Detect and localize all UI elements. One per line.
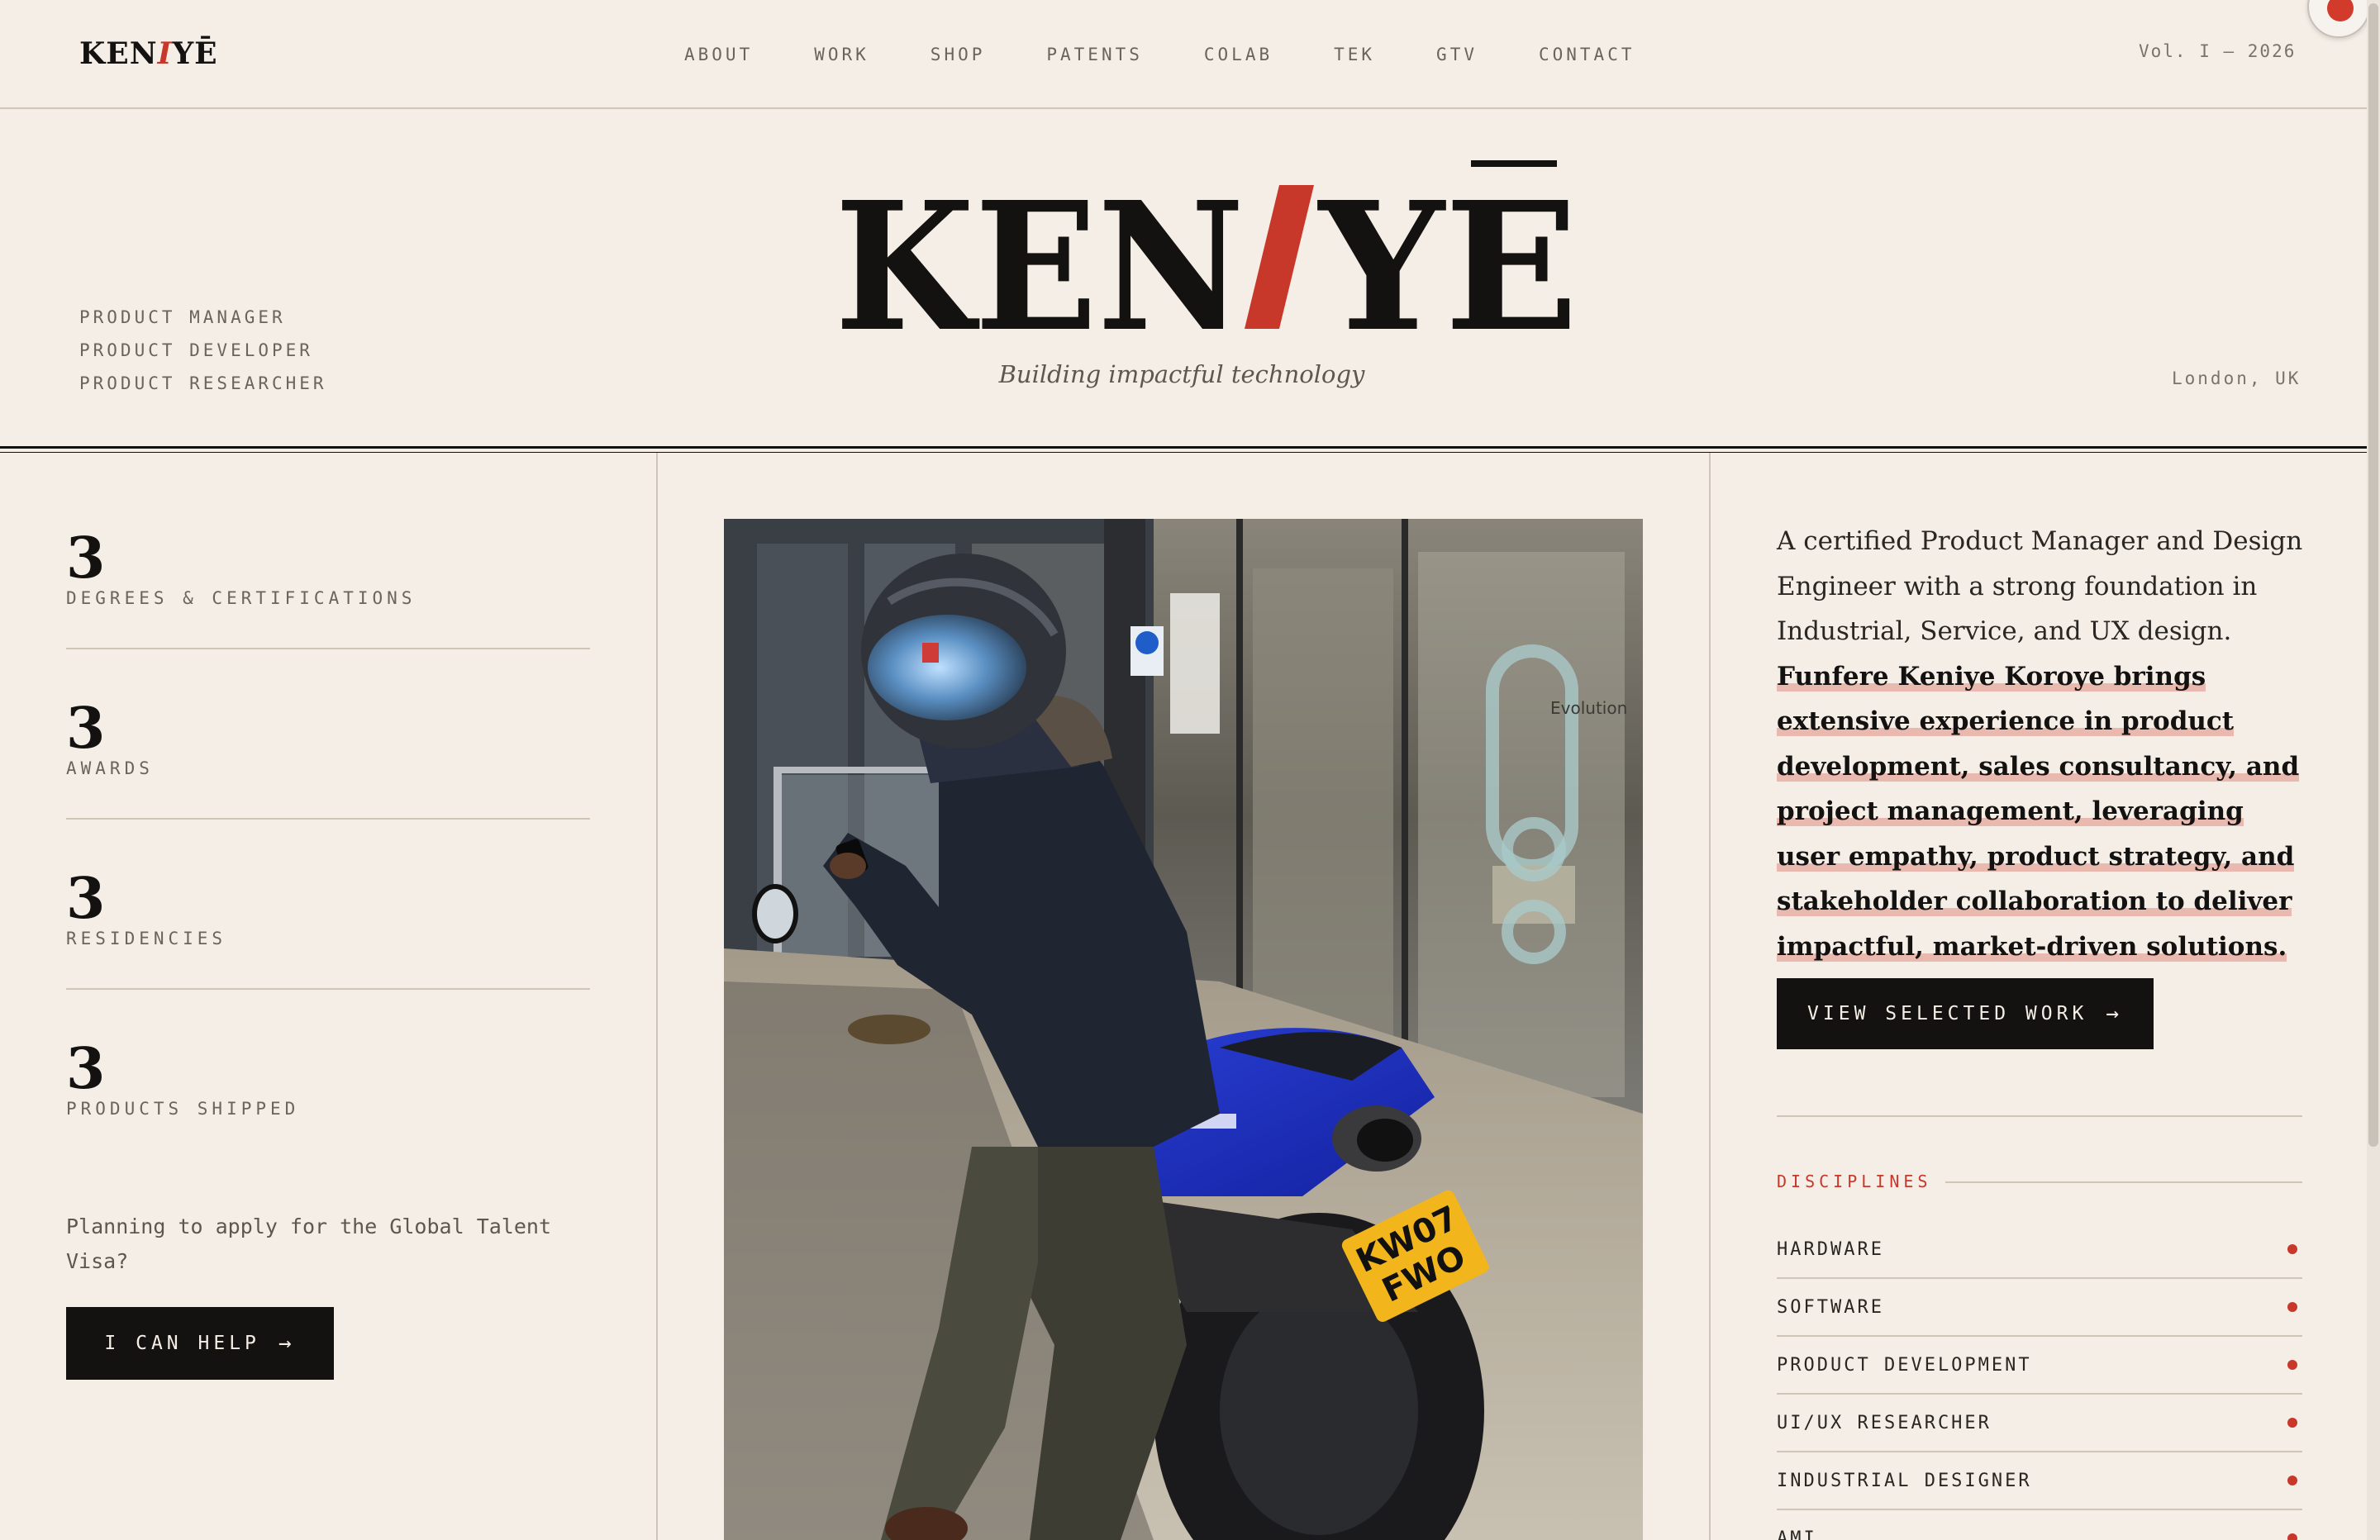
nav-patents[interactable]: PATENTS <box>1046 45 1143 64</box>
section-divider <box>0 446 2367 453</box>
stat-residencies: 3 RESIDENCIES <box>66 871 590 948</box>
discipline-item[interactable]: INDUSTRIAL DESIGNER <box>1777 1452 2302 1510</box>
nav-work[interactable]: WORK <box>814 45 869 64</box>
main-nav: ABOUT WORK SHOP PATENTS COLAB TEK GTV CO… <box>684 45 1697 64</box>
i-can-help-button[interactable]: I CAN HELP → <box>66 1307 334 1380</box>
stat-label: PRODUCTS SHIPPED <box>66 1099 300 1119</box>
stat-label: AWARDS <box>66 758 154 778</box>
nav-shop[interactable]: SHOP <box>931 45 986 64</box>
hero-wordmark-slash-shape <box>1245 185 1314 329</box>
stat-label: RESIDENCIES <box>66 929 227 948</box>
roles-list: PRODUCT MANAGER PRODUCT DEVELOPER PRODUC… <box>79 301 327 400</box>
stat-divider <box>66 818 590 820</box>
bio-paragraph: A certified Product Manager and Design E… <box>1777 519 2306 969</box>
discipline-label: INDUSTRIAL DESIGNER <box>1777 1470 2032 1491</box>
bullet-dot-icon <box>2287 1476 2297 1485</box>
stat-number: 3 <box>66 525 106 592</box>
nav-tek[interactable]: TEK <box>1334 45 1375 64</box>
discipline-item[interactable]: PRODUCT DEVELOPMENT <box>1777 1337 2302 1395</box>
discipline-item[interactable]: SOFTWARE <box>1777 1279 2302 1337</box>
bullet-dot-icon <box>2287 1244 2297 1254</box>
record-icon <box>2327 0 2354 21</box>
role-item: PRODUCT RESEARCHER <box>79 373 327 393</box>
site-logo[interactable]: KENIYĒ <box>79 36 218 71</box>
bullet-dot-icon <box>2287 1360 2297 1370</box>
nav-gtv[interactable]: GTV <box>1436 45 1478 64</box>
column-divider <box>656 453 658 1540</box>
nav-contact[interactable]: CONTACT <box>1539 45 1635 64</box>
discipline-item[interactable]: HARDWARE <box>1777 1221 2302 1279</box>
logo-text-slash: I <box>157 36 173 71</box>
stat-label: DEGREES & CERTIFICATIONS <box>66 588 416 608</box>
discipline-label: UI/UX RESEARCHER <box>1777 1412 1992 1433</box>
visa-prompt: Planning to apply for the Global Talent … <box>66 1214 551 1273</box>
discipline-item[interactable]: AMI <box>1777 1510 2302 1540</box>
nav-about[interactable]: ABOUT <box>684 45 753 64</box>
view-selected-work-button[interactable]: VIEW SELECTED WORK → <box>1777 978 2154 1049</box>
profile-photo: Evolution KW07 FWO <box>724 519 1643 1540</box>
logo-text-post: YĒ <box>172 36 218 71</box>
bullet-dot-icon <box>2287 1302 2297 1312</box>
top-navigation-bar: KENIYĒ ABOUT WORK SHOP PATENTS COLAB TEK… <box>0 0 2367 109</box>
stat-degrees: 3 DEGREES & CERTIFICATIONS <box>66 530 590 608</box>
role-item: PRODUCT MANAGER <box>79 307 286 327</box>
discipline-label: SOFTWARE <box>1777 1296 1884 1318</box>
nav-colab[interactable]: COLAB <box>1204 45 1273 64</box>
tagline: Building impactful technology <box>998 360 1365 388</box>
stat-divider <box>66 988 590 990</box>
hero-wordmark-post: YE <box>1317 164 1578 344</box>
stat-divider <box>66 648 590 649</box>
bullet-dot-icon <box>2287 1418 2297 1428</box>
arrow-right-icon: → <box>2106 1001 2123 1026</box>
role-item: PRODUCT DEVELOPER <box>79 340 313 360</box>
column-divider <box>1709 453 1711 1540</box>
stat-number: 3 <box>66 696 106 762</box>
location-label: London, UK <box>2172 368 2301 388</box>
logo-text-pre: KEN <box>79 36 158 71</box>
hero-wordmark: KEN YE <box>835 160 1578 344</box>
stat-awards: 3 AWARDS <box>66 701 590 778</box>
heading-rule <box>1945 1181 2302 1183</box>
volume-label: Vol. I — 2026 <box>2139 41 2297 61</box>
discipline-label: HARDWARE <box>1777 1238 1884 1260</box>
stat-number: 3 <box>66 866 106 932</box>
disciplines-heading: DISCIPLINES <box>1777 1172 1932 1191</box>
button-label: I CAN HELP <box>104 1333 260 1354</box>
button-label: VIEW SELECTED WORK <box>1807 1003 2088 1024</box>
section-divider <box>1777 1115 2302 1117</box>
stat-number: 3 <box>66 1036 106 1102</box>
bio-highlight: Funfere Keniye Koroye brings extensive e… <box>1777 661 2300 962</box>
bio-intro: A certified Product Manager and Design E… <box>1777 526 2303 646</box>
discipline-label: PRODUCT DEVELOPMENT <box>1777 1354 2032 1376</box>
stat-products: 3 PRODUCTS SHIPPED <box>66 1041 590 1119</box>
discipline-item[interactable]: UI/UX RESEARCHER <box>1777 1395 2302 1452</box>
scrollbar-thumb[interactable] <box>2368 3 2378 1147</box>
sign-text: Evolution <box>1550 698 1627 718</box>
bullet-dot-icon <box>2287 1533 2297 1540</box>
arrow-right-icon: → <box>278 1331 296 1356</box>
hero-wordmark-pre: KEN <box>835 164 1245 344</box>
discipline-label: AMI <box>1777 1528 1817 1540</box>
